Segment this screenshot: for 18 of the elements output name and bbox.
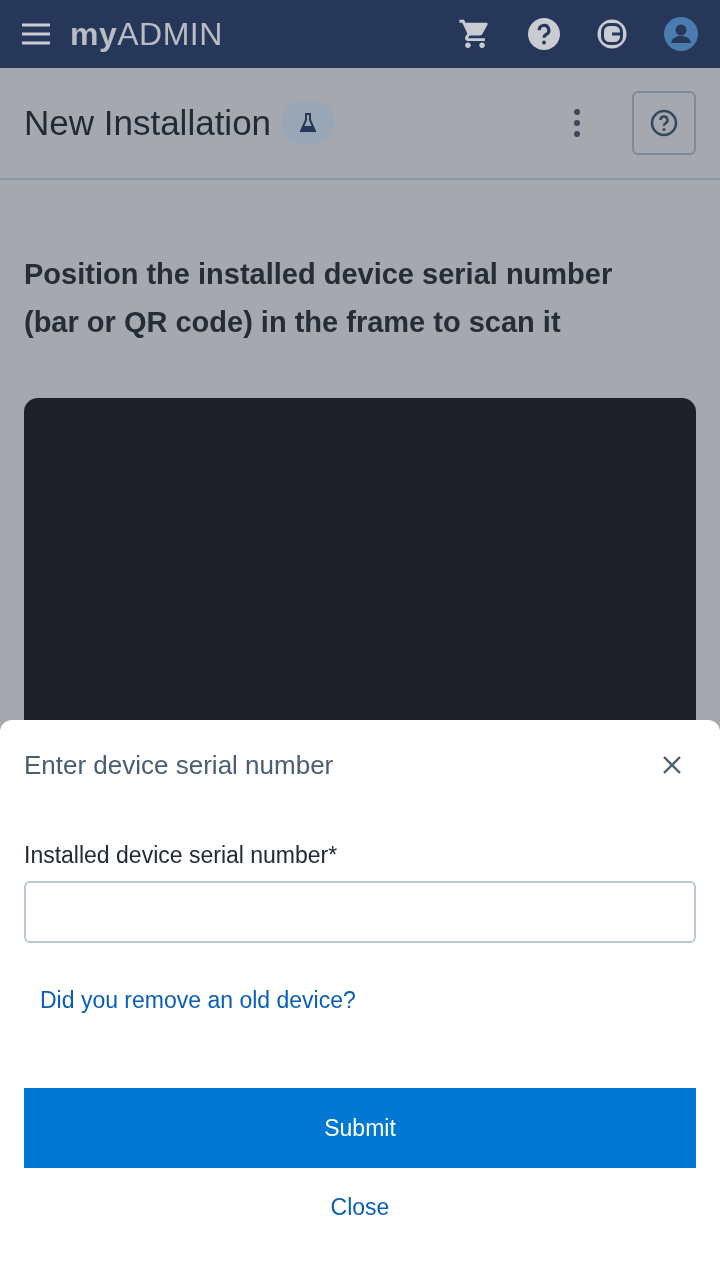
page-title: New Installation bbox=[24, 103, 272, 143]
menu-icon[interactable] bbox=[22, 23, 50, 45]
field-label: Installed device serial number* bbox=[24, 842, 339, 869]
help-icon[interactable] bbox=[528, 18, 560, 50]
more-icon[interactable] bbox=[574, 109, 580, 137]
help-button[interactable] bbox=[632, 91, 696, 155]
close-icon[interactable] bbox=[662, 755, 682, 775]
flask-icon bbox=[281, 101, 336, 145]
serial-number-field[interactable] bbox=[24, 881, 696, 943]
instruction-text: Position the installed device serial number (bar or QR code) in the frame to scan it bbox=[24, 257, 614, 340]
avatar-icon[interactable] bbox=[664, 17, 698, 51]
g-icon[interactable] bbox=[596, 18, 628, 50]
logo[interactable]: myADMIN bbox=[70, 15, 223, 53]
close-button[interactable]: Close bbox=[318, 1186, 402, 1229]
help-icon bbox=[650, 109, 678, 137]
sheet-title: Enter device serial number bbox=[24, 749, 334, 781]
submit-button[interactable]: Submit bbox=[24, 1088, 696, 1168]
remove-device-link[interactable]: Did you remove an old device? bbox=[40, 987, 356, 1014]
